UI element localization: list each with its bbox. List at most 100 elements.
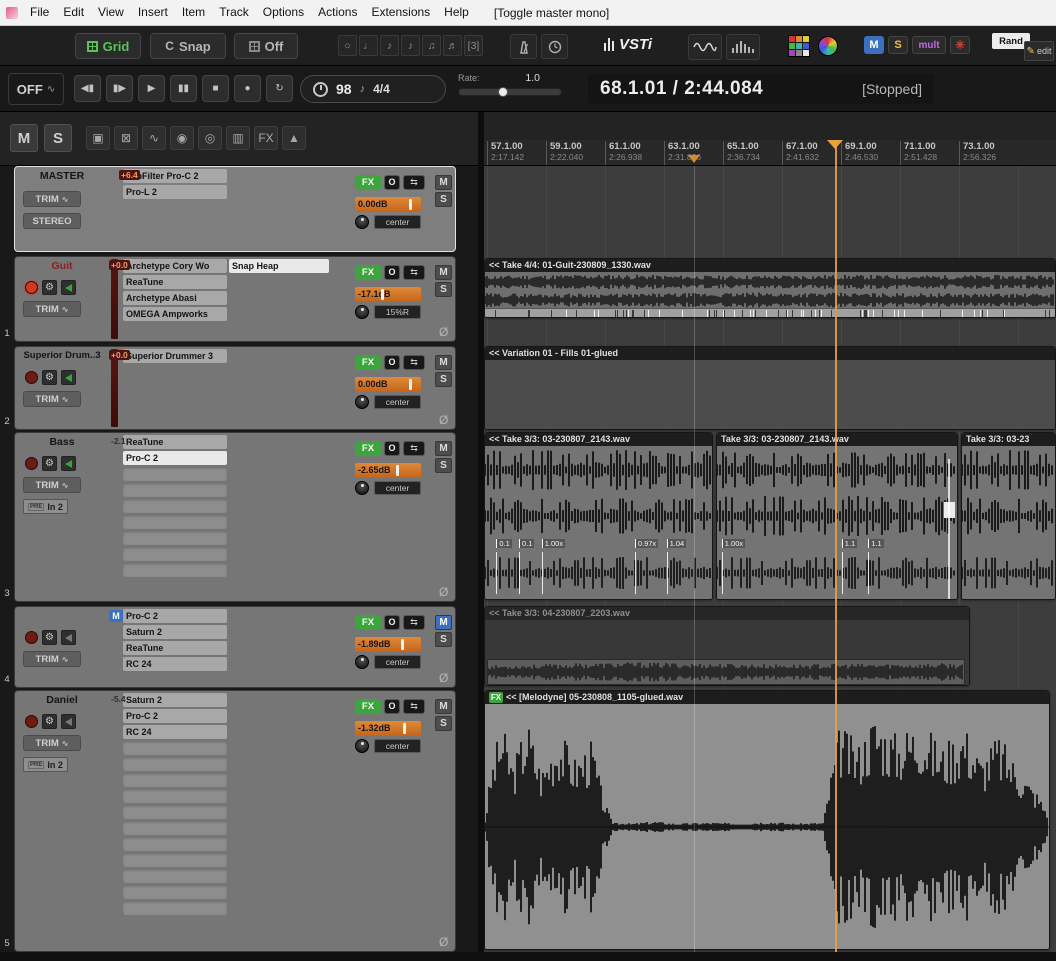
menu-item[interactable]: Insert	[131, 0, 175, 25]
phase-button[interactable]: Ø	[439, 585, 448, 599]
menu-item[interactable]: Actions	[311, 0, 364, 25]
arrange-view[interactable]: << Take 4/4: 01-Guit-230809_1330.wav << …	[484, 166, 1056, 961]
play-button[interactable]: ▶	[138, 75, 165, 102]
phase-button[interactable]: Ø	[439, 671, 448, 685]
master-solo-button[interactable]: S	[44, 124, 72, 152]
stereo-button[interactable]: STEREO	[23, 213, 81, 229]
volume-fader[interactable]: -1.89dB	[355, 637, 421, 652]
phase-button[interactable]: Ø	[439, 413, 448, 427]
routing-icon[interactable]: ∿	[142, 126, 166, 150]
master-mute-button[interactable]: M	[10, 124, 38, 152]
record-arm-button[interactable]	[25, 281, 38, 294]
pan-knob[interactable]	[355, 215, 369, 229]
stretch-marker-label[interactable]: 1.00x	[542, 539, 565, 548]
fx-slot-empty[interactable]	[123, 885, 227, 899]
mute-button[interactable]: M	[435, 615, 452, 630]
pan-label[interactable]: center	[374, 395, 421, 409]
fx-button[interactable]: FX	[355, 441, 381, 456]
note-length-button[interactable]: ♪	[380, 35, 399, 56]
fx-slot-empty[interactable]	[123, 869, 227, 883]
track-name[interactable]: Daniel	[17, 694, 107, 706]
note-length-button[interactable]: ♪	[401, 35, 420, 56]
pan-label[interactable]: 15%R	[374, 305, 421, 319]
fx-slot-empty[interactable]	[123, 837, 227, 851]
menu-item[interactable]: Help	[437, 0, 476, 25]
fx-button[interactable]: FX	[355, 265, 381, 280]
gear-icon[interactable]: ⚙	[42, 456, 57, 471]
take-lane[interactable]	[487, 659, 965, 685]
volume-fader[interactable]: -2.65dB	[355, 463, 421, 478]
playback-position[interactable]: 68.1.01 / 2:44.084	[600, 78, 763, 100]
fx-button[interactable]: FX	[355, 615, 381, 630]
pan-label[interactable]: center	[374, 215, 421, 229]
fx-slot-empty[interactable]	[123, 789, 227, 803]
note-length-button[interactable]: [3]	[464, 35, 483, 56]
track-panel[interactable]: Bass -2.1 ⚙ TRIM∿ PREIn 2 ReaTunePro-C 2…	[14, 432, 456, 602]
phase-button[interactable]: Ø	[439, 935, 448, 949]
track-panel[interactable]: Guit +0.0 ⚙ TRIM∿ Archetype Cory WoReaTu…	[14, 256, 456, 342]
media-item-drums[interactable]: << Variation 01 - Fills 01-glued	[484, 346, 1056, 430]
media-item-icon[interactable]: ▲	[282, 126, 306, 150]
stretch-marker-line[interactable]	[542, 552, 543, 594]
rate-slider-knob[interactable]	[498, 87, 508, 97]
fx-slot[interactable]: ReaTune	[123, 641, 227, 655]
menu-item[interactable]: File	[23, 0, 56, 25]
item-title[interactable]: Take 3/3: 03-230807_2143.wav	[717, 433, 957, 446]
volume-fader[interactable]: 0.00dB	[355, 377, 421, 392]
fx-slot-empty[interactable]	[123, 531, 227, 545]
track-gain[interactable]: +0.0	[109, 260, 130, 270]
mult-badge[interactable]: mult	[912, 36, 946, 54]
fx-slot-empty[interactable]	[123, 467, 227, 481]
item-body[interactable]	[962, 446, 1055, 599]
envelope-icon[interactable]: ⊠	[114, 126, 138, 150]
tempo-display[interactable]: 98 ♪ 4/4	[300, 75, 446, 103]
monitor-button[interactable]	[61, 630, 76, 645]
item-title[interactable]: << Take 3/3: 04-230807_2203.wav	[485, 607, 969, 620]
volume-fader[interactable]: 0.00dB	[355, 197, 421, 212]
mute-button[interactable]: M	[435, 265, 452, 280]
input-button[interactable]: PREIn 2	[23, 757, 68, 772]
monitor-button[interactable]	[61, 456, 76, 471]
stretch-marker-label[interactable]: 0.97x	[635, 539, 658, 548]
pan-label[interactable]: center	[374, 655, 421, 669]
fader-handle[interactable]	[409, 379, 412, 390]
trim-button[interactable]: TRIM∿	[23, 735, 81, 751]
fx-slot-empty[interactable]	[123, 821, 227, 835]
item-body[interactable]	[485, 620, 969, 685]
fx-button[interactable]: FX	[355, 175, 381, 190]
record-mode-button[interactable]: OFF ∿	[8, 73, 64, 105]
record-arm-button[interactable]	[25, 631, 38, 644]
track-panel[interactable]: Daniel -5.4 ⚙ TRIM∿ PREIn 2 Saturn 2Pro-…	[14, 690, 456, 952]
media-item-guitar-take[interactable]: << Take 3/3: 04-230807_2203.wav	[484, 606, 970, 686]
fx-slot[interactable]: Archetype Abasi	[123, 291, 227, 305]
mute-button[interactable]: M	[435, 175, 452, 190]
fx-slot[interactable]: Superior Drummer 3	[123, 349, 227, 363]
fx-slot-empty[interactable]	[123, 741, 227, 755]
pan-label[interactable]: center	[374, 481, 421, 495]
mono-badge[interactable]: M	[864, 36, 884, 54]
pan-knob[interactable]	[355, 481, 369, 495]
tempo-value[interactable]: 98	[336, 81, 352, 97]
go-to-end-button[interactable]: ▮▶	[106, 75, 133, 102]
bypass-icon[interactable]: ⇆	[403, 441, 425, 456]
stretch-marker-line[interactable]	[722, 552, 723, 594]
item-body[interactable]: 1.00x1.11.1	[717, 446, 957, 599]
time-display-button[interactable]	[541, 34, 568, 59]
fx-button[interactable]: FX	[355, 699, 381, 714]
playhead[interactable]	[835, 140, 837, 952]
trim-button[interactable]: TRIM∿	[23, 651, 81, 667]
bypass-icon[interactable]: ⇆	[403, 699, 425, 714]
pan-knob[interactable]	[355, 655, 369, 669]
fx-slot[interactable]: RC 24	[123, 725, 227, 739]
grid-button[interactable]: Grid	[75, 33, 141, 59]
mute-button[interactable]: M	[435, 355, 452, 370]
menu-item[interactable]: Item	[175, 0, 212, 25]
track-panel[interactable]: Superior Drum..3 +0.0 ⚙ TRIM∿ Superior D…	[14, 346, 456, 430]
stretch-marker-line[interactable]	[842, 552, 843, 594]
item-title[interactable]: FX << [Melodyne] 05-230808_1105-glued.wa…	[485, 691, 1049, 704]
track-gain[interactable]: +6.4	[119, 170, 140, 180]
pan-knob[interactable]	[355, 395, 369, 409]
stretch-marker-line[interactable]	[635, 552, 636, 594]
mute-button[interactable]: M	[435, 699, 452, 714]
track-name[interactable]: Superior Drum..3	[17, 350, 107, 361]
